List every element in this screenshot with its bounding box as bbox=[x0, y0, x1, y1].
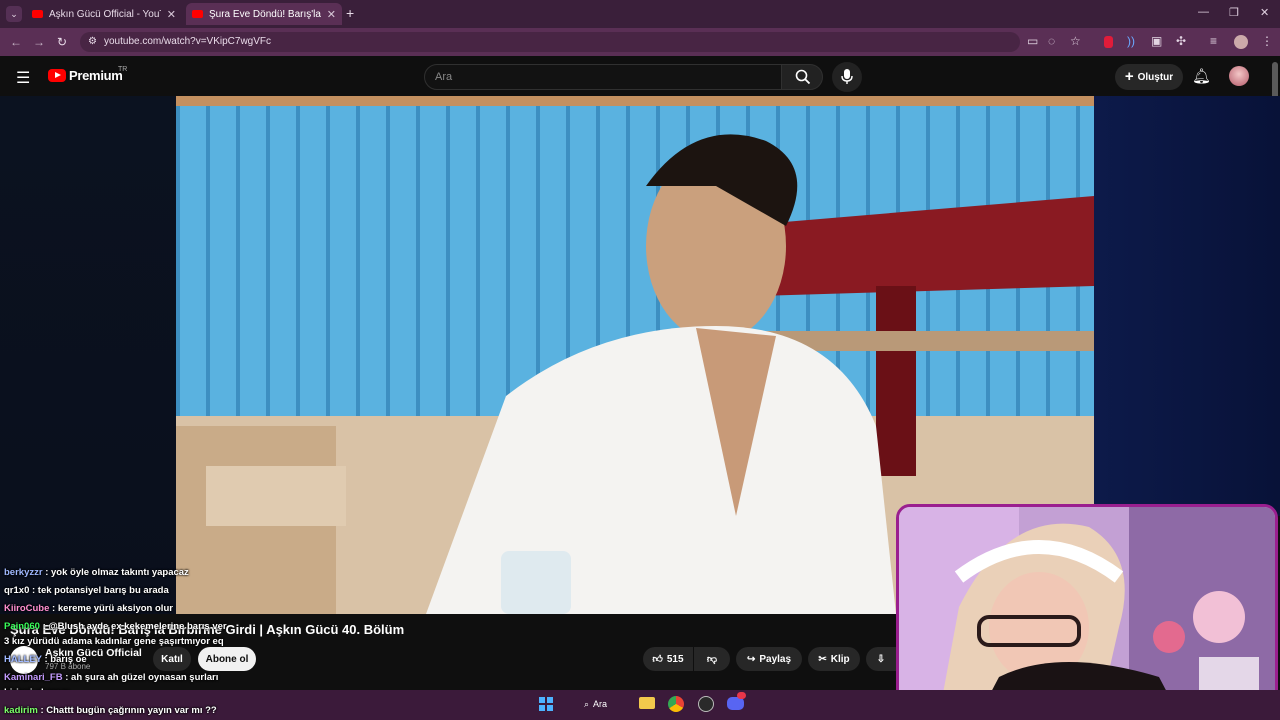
notifications-bell-icon[interactable]: 🔔︎ bbox=[1192, 67, 1211, 85]
webcam-image bbox=[899, 507, 1275, 715]
youtube-logo-icon[interactable] bbox=[48, 69, 66, 82]
chat-message: kadirim : Chattt bugün çağrının yayın va… bbox=[4, 705, 217, 716]
menu-hamburger-icon[interactable]: ☰ bbox=[16, 68, 30, 88]
search-button[interactable] bbox=[781, 64, 823, 90]
address-bar[interactable]: ⚙ youtube.com/watch?v=VKipC7wgVFc bbox=[80, 32, 1020, 52]
bookmark-star-icon[interactable]: ☆ bbox=[1070, 34, 1081, 48]
youtube-favicon-icon bbox=[192, 10, 203, 18]
search-icon bbox=[795, 69, 811, 85]
back-icon[interactable]: ← bbox=[10, 35, 22, 49]
chat-message: HALLEY : barış oe bbox=[4, 654, 87, 665]
file-explorer-icon[interactable] bbox=[639, 697, 655, 709]
chat-message: 3 kız yürüdü adama kadınlar gene şaşırtm… bbox=[4, 636, 224, 647]
chat-message: KiiroCube : kereme yürü aksiyon olur bbox=[4, 603, 173, 614]
download-button[interactable]: ⇩ bbox=[866, 647, 896, 671]
minimize-icon[interactable]: — bbox=[1198, 6, 1209, 18]
subscribe-label: Abone ol bbox=[205, 653, 249, 665]
url-text: youtube.com/watch?v=VKipC7wgVFc bbox=[104, 36, 272, 47]
streamer-webcam bbox=[896, 504, 1278, 718]
extension-shield-icon[interactable]: ▣ bbox=[1151, 34, 1162, 48]
voice-search-button[interactable] bbox=[832, 62, 862, 92]
search-input[interactable]: Ara bbox=[424, 64, 782, 90]
chat-message: Pain060 : @Blush ayde ex kekemelerine ba… bbox=[4, 621, 227, 632]
tab-search-button[interactable]: ⌄ bbox=[6, 6, 22, 22]
eye-off-icon[interactable]: ◌ bbox=[1048, 34, 1055, 48]
create-button[interactable]: + Oluştur bbox=[1115, 64, 1183, 90]
clip-button[interactable]: ✂ Klip bbox=[808, 647, 860, 671]
video-right-letterbox bbox=[1094, 96, 1280, 516]
thumbs-up-icon: 👍︎ bbox=[652, 654, 663, 665]
obs-icon[interactable] bbox=[698, 696, 714, 712]
share-button[interactable]: ↪ Paylaş bbox=[736, 647, 802, 671]
new-tab-button[interactable]: + bbox=[346, 5, 354, 21]
chat-message: berkyzzr : yok öyle olmaz takıntı yapaca… bbox=[4, 567, 189, 578]
share-arrow-icon: ↪ bbox=[746, 653, 756, 665]
close-tab-icon[interactable]: ✕ bbox=[327, 8, 336, 21]
reading-list-icon[interactable]: ≡ bbox=[1210, 34, 1217, 48]
thumbs-down-icon: 👎︎ bbox=[706, 654, 718, 665]
microphone-icon bbox=[841, 69, 853, 84]
chat-message: Kaminari_FB : ah şura ah güzel oynasan ş… bbox=[4, 672, 219, 683]
extension-red-icon[interactable] bbox=[1104, 36, 1113, 48]
windows-start-icon[interactable] bbox=[539, 697, 553, 711]
tab-askin-gucu-channel[interactable]: Aşkın Gücü Official - YouTube ✕ bbox=[26, 3, 182, 25]
tab-label: Aşkın Gücü Official - YouTube bbox=[49, 8, 161, 20]
forward-icon[interactable]: → bbox=[33, 35, 45, 49]
subscribe-button[interactable]: Abone ol bbox=[198, 647, 256, 671]
share-label: Paylaş bbox=[759, 653, 792, 665]
join-label: Katıl bbox=[161, 653, 183, 665]
close-tab-icon[interactable]: ✕ bbox=[167, 8, 176, 21]
chrome-icon[interactable] bbox=[668, 696, 684, 712]
scissors-icon: ✂ bbox=[818, 653, 827, 665]
reload-icon[interactable]: ↻ bbox=[57, 35, 67, 49]
join-button[interactable]: Katıl bbox=[153, 647, 191, 671]
cast-icon[interactable]: ▭ bbox=[1027, 34, 1038, 48]
chat-message: qr1x0 : tek potansiyel barış bu arada bbox=[4, 585, 169, 596]
like-button[interactable]: 👍︎ 515 bbox=[643, 647, 693, 671]
video-left-letterbox bbox=[0, 96, 176, 616]
tab-label: Şura Eve Döndü! Barış'la Birbirine bbox=[209, 8, 321, 20]
browser-menu-icon[interactable]: ⋮ bbox=[1261, 34, 1273, 48]
extension-audio-icon[interactable]: )) bbox=[1127, 34, 1135, 48]
site-info-icon[interactable]: ⚙ bbox=[88, 32, 97, 52]
create-label: Oluştur bbox=[1137, 71, 1174, 83]
taskbar-search-label: Ara bbox=[593, 699, 608, 709]
notification-badge bbox=[737, 692, 746, 699]
plus-icon: + bbox=[1124, 68, 1134, 85]
extensions-puzzle-icon[interactable]: ✣ bbox=[1176, 34, 1186, 48]
account-avatar[interactable] bbox=[1229, 66, 1249, 86]
download-icon: ⇩ bbox=[876, 653, 886, 665]
taskbar-search[interactable]: ⌕ Ara bbox=[574, 694, 626, 714]
region-code: TR bbox=[118, 66, 128, 73]
search-icon: ⌕ bbox=[584, 698, 590, 709]
close-window-icon[interactable]: ✕ bbox=[1260, 6, 1269, 19]
tab-current-video[interactable]: Şura Eve Döndü! Barış'la Birbirine ✕ bbox=[186, 3, 342, 25]
profile-avatar[interactable] bbox=[1234, 35, 1248, 49]
restore-icon[interactable]: ❐ bbox=[1229, 6, 1239, 19]
premium-logo-text[interactable]: Premium bbox=[69, 68, 123, 83]
dislike-button[interactable]: 👎︎ bbox=[694, 647, 730, 671]
youtube-favicon-icon bbox=[32, 10, 43, 18]
like-count: 515 bbox=[666, 653, 684, 665]
clip-label: Klip bbox=[830, 653, 850, 665]
